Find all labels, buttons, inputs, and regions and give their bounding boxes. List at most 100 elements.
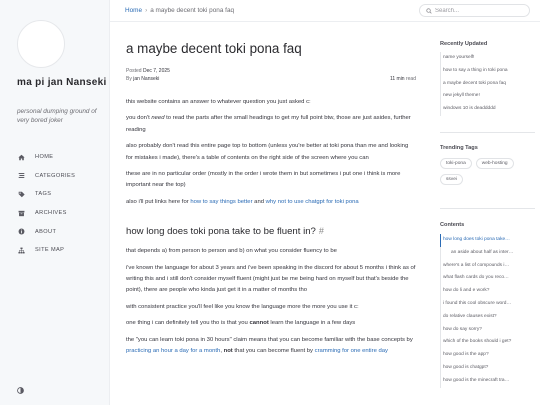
sidebar-item-tags[interactable]: TAGS bbox=[17, 185, 107, 204]
theme-toggle-icon[interactable] bbox=[17, 381, 24, 394]
toc-title: Contents bbox=[440, 222, 465, 228]
text: and bbox=[252, 198, 266, 205]
link-practicing[interactable]: practicing an hour a day for a month bbox=[126, 348, 220, 354]
toc-item[interactable]: i found this cool obscure word… bbox=[441, 298, 535, 311]
posted-date: Dec 7, 2025 bbox=[142, 68, 170, 74]
recently-updated-panel: Recently Updated name yourself! how to s… bbox=[440, 41, 535, 116]
recently-updated-list: name yourself! how to say a thing in tok… bbox=[440, 52, 535, 116]
toc-item[interactable]: how do say sorry? bbox=[441, 324, 535, 337]
sidebar-item-label: HOME bbox=[35, 154, 54, 161]
stream-icon bbox=[17, 172, 25, 180]
read-time: 11 min read bbox=[390, 75, 416, 83]
heading-text: how long does toki pona take to be fluen… bbox=[126, 226, 316, 238]
text: to read the parts after the small headin… bbox=[126, 115, 411, 133]
post-meta: Posted Dec 7, 2025 By jan Nanseki 11 min… bbox=[126, 67, 416, 83]
divider bbox=[440, 208, 535, 209]
site-subtitle: personal dumping ground of very bored jo… bbox=[17, 108, 97, 124]
toc-item-active[interactable]: how long does toki pona take… bbox=[440, 234, 535, 247]
list-item[interactable]: how to say a thing in toki pona bbox=[441, 65, 535, 78]
paragraph: that depends a) from person to person an… bbox=[126, 248, 337, 255]
text: you don't bbox=[126, 115, 152, 122]
sidebar-item-label: TAGS bbox=[35, 191, 52, 198]
text: that you can become fluent by bbox=[232, 348, 315, 355]
paragraph: this website contains an answer to whate… bbox=[126, 99, 311, 105]
tag-toki-pona[interactable]: toki-pona bbox=[440, 158, 472, 169]
list-item[interactable]: name yourself! bbox=[441, 52, 535, 65]
text: one thing i can definitely tell you tho … bbox=[126, 320, 250, 327]
trending-tags-panel: Trending Tags toki-pona web-hosting ssve… bbox=[440, 145, 535, 185]
text: learn the language in a few days bbox=[268, 320, 356, 327]
toc-item[interactable]: where's a list of compounds i… bbox=[441, 260, 535, 273]
by-label: By bbox=[126, 76, 132, 82]
sidebar-item-label: ARCHIVES bbox=[35, 210, 67, 217]
home-icon bbox=[17, 153, 25, 161]
tag-web-hosting[interactable]: web-hosting bbox=[475, 158, 514, 169]
toc-item[interactable]: how good is the app? bbox=[441, 349, 535, 362]
recently-updated-title: Recently Updated bbox=[440, 41, 488, 47]
search-box[interactable] bbox=[419, 4, 530, 17]
avatar[interactable] bbox=[17, 20, 65, 68]
emphasis: need bbox=[151, 115, 165, 122]
archive-icon bbox=[17, 209, 25, 217]
bold-text: cannot bbox=[249, 320, 269, 327]
search-icon bbox=[426, 7, 432, 14]
breadcrumb-current: a maybe decent toki pona faq bbox=[150, 7, 235, 14]
bold-text: not bbox=[223, 348, 233, 355]
read-time-value: 11 min bbox=[389, 76, 405, 82]
toc-item[interactable]: which of the books should i get? bbox=[441, 336, 535, 349]
text: the "you can learn toki pona in 30 hours… bbox=[126, 336, 413, 343]
toc-list: how long does toki pona take… an aside a… bbox=[440, 234, 535, 388]
sidebar-item-site-map[interactable]: SITE MAP bbox=[17, 241, 107, 260]
toc-item[interactable]: how good is chatgpt? bbox=[441, 362, 535, 375]
topbar: Home › a maybe decent toki pona faq bbox=[110, 0, 540, 22]
site-title[interactable]: ma pi jan Nanseki bbox=[17, 76, 107, 89]
list-item[interactable]: windows 10 is deaddddd bbox=[441, 103, 535, 116]
list-item[interactable]: a maybe decent toki pona faq bbox=[441, 78, 535, 91]
toc-item[interactable]: an aside about half as inter… bbox=[441, 247, 535, 260]
post-title: a maybe decent toki pona faq bbox=[126, 41, 302, 56]
sidebar-item-label: ABOUT bbox=[35, 228, 57, 235]
divider bbox=[440, 132, 535, 133]
link-chatgpt[interactable]: why not to use chatgpt for toki pona bbox=[266, 199, 359, 205]
sidebar: ma pi jan Nanseki personal dumping groun… bbox=[0, 0, 110, 405]
tag-cloud: toki-pona web-hosting ssvei bbox=[440, 158, 535, 185]
post-author: jan Nanseki bbox=[133, 76, 160, 82]
sidebar-nav: HOME CATEGORIES TAGS ARCHIVES ABOUT SITE… bbox=[17, 148, 107, 260]
paragraph: also i'll put links here for how to say … bbox=[126, 197, 416, 208]
heading-anchor-icon[interactable]: # bbox=[319, 226, 324, 236]
toc-panel: Contents how long does toki pona take… a… bbox=[440, 222, 535, 388]
paragraph: also probably don't read this entire pag… bbox=[126, 143, 409, 161]
sidebar-item-archives[interactable]: ARCHIVES bbox=[17, 204, 107, 223]
link-cramming[interactable]: cramming for one entire day bbox=[315, 348, 388, 354]
tag-icon bbox=[17, 190, 25, 198]
sidebar-item-label: CATEGORIES bbox=[35, 172, 76, 179]
section-heading: how long does toki pona take to be fluen… bbox=[126, 225, 416, 238]
paragraph: these are in no particular order (mostly… bbox=[126, 171, 401, 189]
paragraph: one thing i can definitely tell you tho … bbox=[126, 318, 416, 329]
sidebar-item-categories[interactable]: CATEGORIES bbox=[17, 167, 107, 186]
info-icon bbox=[17, 228, 25, 236]
sidebar-item-label: SITE MAP bbox=[35, 247, 65, 254]
posted-label: Posted bbox=[126, 68, 142, 74]
trending-tags-title: Trending Tags bbox=[440, 145, 478, 151]
read-time-label: read bbox=[405, 76, 416, 82]
paragraph: with consistent practice you'll feel lik… bbox=[126, 303, 359, 310]
toc-item[interactable]: do relative clauses exist? bbox=[441, 311, 535, 324]
toc-item[interactable]: how good is the minecraft tra… bbox=[441, 375, 535, 388]
breadcrumb-home-link[interactable]: Home bbox=[125, 7, 142, 14]
tag-ssvei[interactable]: ssvei bbox=[440, 174, 463, 185]
paragraph: you don't need to read the parts after t… bbox=[126, 113, 416, 136]
toc-item[interactable]: what flash cards do you reco… bbox=[441, 272, 535, 285]
sidebar-item-home[interactable]: HOME bbox=[17, 148, 107, 167]
search-input[interactable] bbox=[435, 7, 525, 14]
text: also i'll put links here for bbox=[126, 198, 191, 205]
list-item[interactable]: new jekyll theme! bbox=[441, 90, 535, 103]
paragraph: i've known the language for about 3 year… bbox=[126, 264, 416, 294]
sitemap-icon bbox=[17, 246, 25, 254]
link-how-to-say-things[interactable]: how to say things better bbox=[190, 199, 252, 205]
article: a maybe decent toki pona faq Posted Dec … bbox=[126, 22, 416, 358]
paragraph: the "you can learn toki pona in 30 hours… bbox=[126, 335, 416, 358]
toc-item[interactable]: how do li and e work? bbox=[441, 285, 535, 298]
sidebar-item-about[interactable]: ABOUT bbox=[17, 222, 107, 241]
breadcrumb-separator: › bbox=[145, 7, 148, 14]
